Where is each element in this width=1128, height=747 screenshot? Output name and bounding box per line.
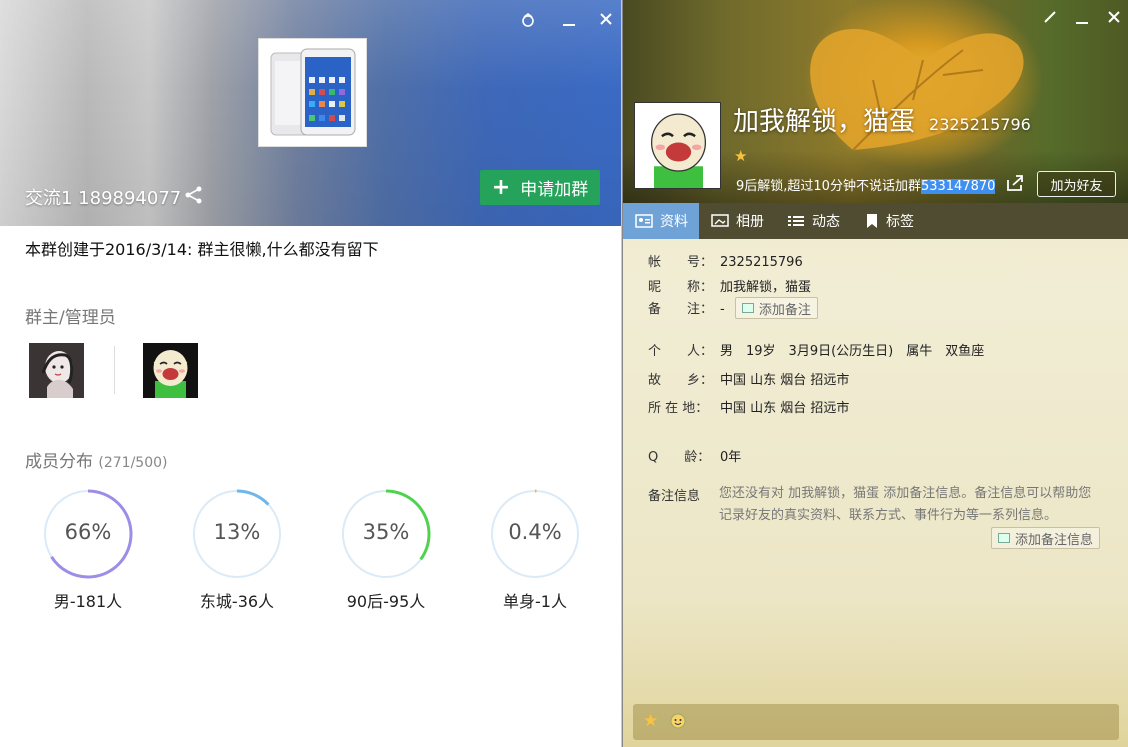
tab-feed[interactable]: 动态 xyxy=(787,203,840,239)
member-stat: 66% 男-181人 xyxy=(42,488,134,612)
stat-percent: 66% xyxy=(64,520,112,544)
nickname-value: 加我解锁，猫蛋 xyxy=(720,280,812,295)
note-text: 您还没有对 加我解锁，猫蛋 添加备注信息。备注信息可以帮助您记录好友的真实资料、… xyxy=(719,486,1092,523)
note-heading: 备注信息 xyxy=(648,489,701,504)
personal-key: 个 人： xyxy=(648,344,714,359)
add-memo-button[interactable]: 添加备注 xyxy=(734,297,818,319)
tab-label: 动态 xyxy=(812,214,840,230)
qage-row: Q 龄： 0年 xyxy=(648,446,741,465)
memo-row: 备 注： - 添加备注 xyxy=(648,297,818,319)
join-group-button[interactable]: + 申请加群 xyxy=(480,170,600,205)
members-heading: 成员分布 (271/500) xyxy=(25,447,168,472)
member-stat: 0.4% 单身-1人 xyxy=(489,488,581,612)
members-heading-label: 成员分布 xyxy=(25,452,93,472)
group-description: 本群创建于2016/3/14: 群主很懒,什么都没有留下 xyxy=(25,240,379,259)
star-icon: ★ xyxy=(734,147,748,165)
bottom-bar: ★ xyxy=(633,704,1119,740)
memo-value: - xyxy=(720,302,725,317)
tab-label: 相册 xyxy=(736,214,764,230)
face-badge-icon[interactable] xyxy=(669,712,687,734)
brush-icon[interactable] xyxy=(1043,10,1057,27)
stat-percent: 0.4% xyxy=(508,520,562,544)
group-title: 交流1 189894077 xyxy=(25,188,182,209)
stat-percent: 35% xyxy=(362,520,410,544)
profile-card-window: 加我解锁，猫蛋 2325215796 ★ 9后解锁,超过10分钟不说话加群5331… xyxy=(622,0,1128,747)
stat-label: 东城-36人 xyxy=(199,592,275,611)
share-icon[interactable] xyxy=(184,185,204,209)
personal-value: 男 19岁 3月9日(公历生日) 属牛 双鱼座 xyxy=(720,344,985,359)
account-row: 帐 号： 2325215796 xyxy=(648,251,803,270)
add-friend-button[interactable]: 加为好友 xyxy=(1037,171,1116,197)
admins-heading: 群主/管理员 xyxy=(25,308,116,328)
nickname-row: 昵 称： 加我解锁，猫蛋 xyxy=(648,276,811,295)
member-stat: 13% 东城-36人 xyxy=(191,488,283,612)
stat-label: 单身-1人 xyxy=(503,592,567,611)
profile-tabs: 资料 相册 动态 标签 xyxy=(623,203,1128,239)
qage-key: Q 龄： xyxy=(648,450,711,465)
skin-icon[interactable] xyxy=(520,12,536,31)
nickname-text: 加我解锁，猫蛋 xyxy=(733,107,916,137)
add-memo-label: 添加备注 xyxy=(758,302,811,318)
share-icon[interactable] xyxy=(1005,174,1025,196)
add-note-button[interactable]: 添加备注信息 xyxy=(991,527,1101,549)
profile-nickname: 加我解锁，猫蛋 2325215796 xyxy=(733,101,1031,138)
nickname-key: 昵 称： xyxy=(648,280,714,295)
tab-tags[interactable]: 标签 xyxy=(865,203,914,239)
add-note-label: 添加备注信息 xyxy=(1015,532,1094,548)
memo-icon xyxy=(741,303,754,313)
signature-highlight: 533147870 xyxy=(920,179,996,194)
profile-card-icon xyxy=(635,214,653,228)
minimize-icon[interactable] xyxy=(562,12,576,31)
location-row: 所 在 地： 中国 山东 烟台 招远市 xyxy=(648,397,849,416)
tab-label: 资料 xyxy=(660,214,688,230)
star-badge-icon[interactable]: ★ xyxy=(643,711,658,731)
stat-label: 90后-95人 xyxy=(346,592,426,611)
plus-icon: + xyxy=(491,174,511,200)
qage-value: 0年 xyxy=(720,450,742,465)
admin-avatar-manager[interactable] xyxy=(143,343,198,398)
photo-album-icon xyxy=(711,214,729,227)
join-group-label: 申请加群 xyxy=(520,180,589,200)
signature-text: 9后解锁,超过10分钟不说话加群 xyxy=(736,179,921,194)
account-value: 2325215796 xyxy=(720,255,803,270)
bookmark-tag-icon xyxy=(867,214,877,228)
tab-profile[interactable]: 资料 xyxy=(623,203,699,239)
admin-avatar-owner[interactable] xyxy=(29,343,84,398)
stat-label: 男-181人 xyxy=(53,592,123,611)
tab-album[interactable]: 相册 xyxy=(711,203,764,239)
close-icon[interactable] xyxy=(1107,10,1121,27)
minimize-icon[interactable] xyxy=(1075,10,1089,29)
hometown-value: 中国 山东 烟台 招远市 xyxy=(720,373,850,388)
memo-key: 备 注： xyxy=(648,302,714,317)
group-card-window: 交流1 189894077 + 申请加群 本群创建于2016/3/14: 群主很… xyxy=(0,0,622,747)
qq-number: 2325215796 xyxy=(929,115,1031,134)
account-key: 帐 号： xyxy=(648,255,714,270)
stat-percent: 13% xyxy=(213,520,261,544)
member-stat: 35% 90后-95人 xyxy=(340,488,432,612)
memo-icon xyxy=(998,533,1010,543)
hometown-key: 故 乡： xyxy=(648,373,714,388)
signature: 9后解锁,超过10分钟不说话加群533147870 xyxy=(736,175,996,194)
hometown-row: 故 乡： 中国 山东 烟台 招远市 xyxy=(648,369,849,388)
profile-avatar[interactable] xyxy=(634,102,721,189)
admin-divider xyxy=(114,346,115,394)
tab-label: 标签 xyxy=(886,214,914,230)
location-key: 所 在 地： xyxy=(648,401,709,416)
personal-row: 个 人： 男 19岁 3月9日(公历生日) 属牛 双鱼座 xyxy=(648,340,984,359)
members-count: (271/500) xyxy=(98,455,168,471)
location-value: 中国 山东 烟台 招远市 xyxy=(720,401,850,416)
group-avatar xyxy=(258,38,367,147)
close-icon[interactable] xyxy=(599,12,613,29)
feed-list-icon xyxy=(788,216,804,226)
